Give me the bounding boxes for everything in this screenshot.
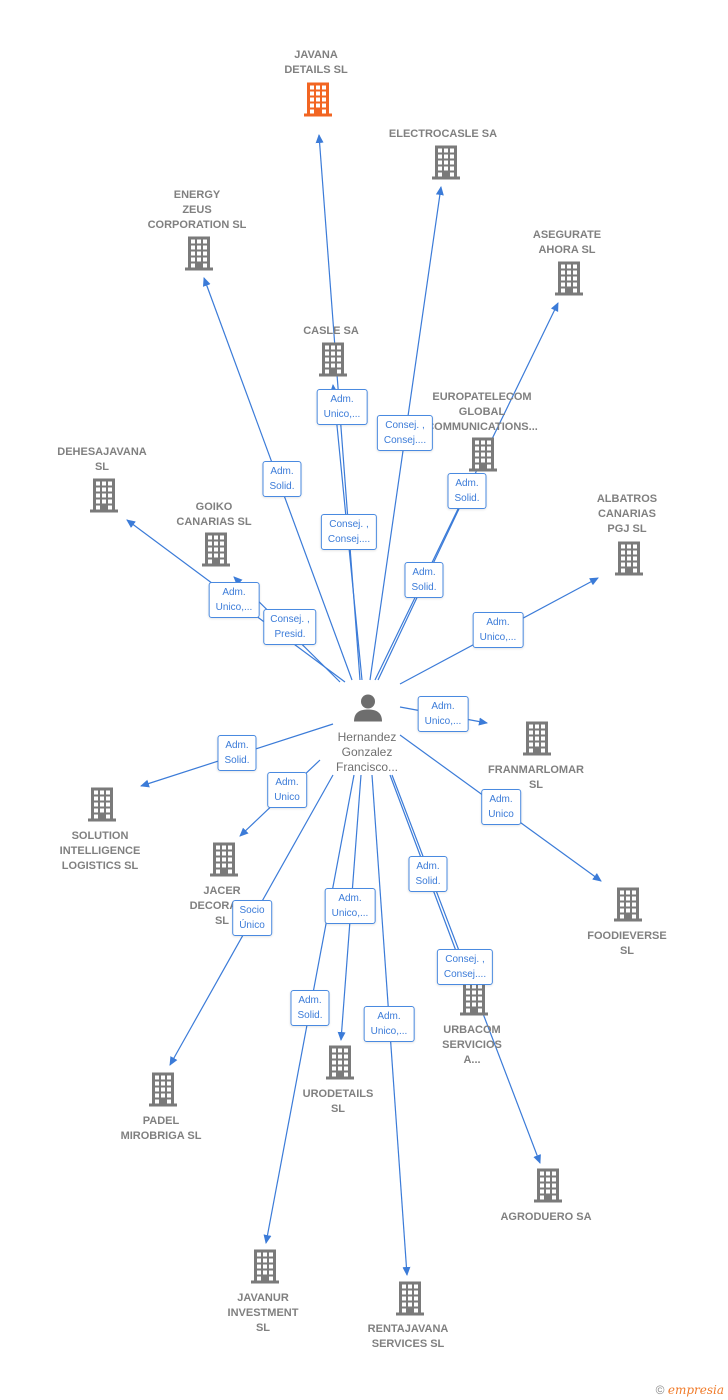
company-name[interactable]: RENTAJAVANA SERVICES SL xyxy=(368,1322,449,1352)
building-icon[interactable] xyxy=(614,541,644,581)
footer-brand: © empresia xyxy=(656,1383,724,1397)
relation-label[interactable]: Socio Único xyxy=(232,900,272,936)
relation-label[interactable]: Adm. Solid. xyxy=(408,856,448,892)
relation-label[interactable]: Adm. Unico,... xyxy=(208,582,260,618)
relation-label[interactable]: Consej. , Consej.... xyxy=(376,415,434,451)
building-icon[interactable] xyxy=(431,145,461,185)
relation-label[interactable]: Adm. Unico,... xyxy=(324,888,376,924)
building-icon[interactable] xyxy=(201,532,231,572)
company-name[interactable]: EUROPATELECOM GLOBAL COMMUNICATIONS... xyxy=(426,390,538,435)
building-icon[interactable] xyxy=(148,1072,178,1112)
company-name[interactable]: ALBATROS CANARIAS PGJ SL xyxy=(597,492,657,537)
relation-label[interactable]: Adm. Solid. xyxy=(447,473,487,509)
center-person-name[interactable]: Hernandez Gonzalez Francisco... xyxy=(336,730,398,775)
company-name[interactable]: GOIKO CANARIAS SL xyxy=(176,500,251,530)
company-name[interactable]: DEHESAJAVANA SL xyxy=(57,445,146,475)
building-icon[interactable] xyxy=(209,842,239,882)
relation-label[interactable]: Adm. Unico,... xyxy=(363,1006,415,1042)
building-icon[interactable] xyxy=(303,82,333,122)
person-icon[interactable] xyxy=(353,694,383,727)
building-icon[interactable] xyxy=(554,261,584,301)
brand-logo: empresia xyxy=(667,1383,724,1397)
company-name[interactable]: AGRODUERO SA xyxy=(500,1210,591,1225)
relation-label[interactable]: Adm. Unico xyxy=(267,772,307,808)
relation-label[interactable]: Adm. Solid. xyxy=(262,461,302,497)
company-name[interactable]: FOODIEVERSE SL xyxy=(587,929,666,959)
building-icon[interactable] xyxy=(533,1168,563,1208)
building-icon[interactable] xyxy=(395,1281,425,1321)
company-name[interactable]: ELECTROCASLE SA xyxy=(389,127,497,142)
copyright-icon: © xyxy=(655,1383,665,1397)
building-icon[interactable] xyxy=(459,981,489,1021)
building-icon[interactable] xyxy=(318,342,348,382)
company-name[interactable]: URODETAILS SL xyxy=(303,1087,374,1117)
company-name[interactable]: JAVANA DETAILS SL xyxy=(284,48,347,78)
relation-label[interactable]: Adm. Solid. xyxy=(290,990,330,1026)
relation-label[interactable]: Consej. , Presid. xyxy=(263,609,317,645)
building-icon[interactable] xyxy=(250,1249,280,1289)
relation-label[interactable]: Adm. Unico,... xyxy=(417,696,469,732)
relation-label[interactable]: Adm. Unico,... xyxy=(472,612,524,648)
company-name[interactable]: ASEGURATE AHORA SL xyxy=(533,228,601,258)
relation-label[interactable]: Adm. Solid. xyxy=(217,735,257,771)
relation-label[interactable]: Adm. Solid. xyxy=(404,562,444,598)
company-name[interactable]: URBACOM SERVICIOS A... xyxy=(442,1023,502,1068)
company-name[interactable]: JAVANUR INVESTMENT SL xyxy=(228,1291,299,1336)
relation-label[interactable]: Consej. , Consej.... xyxy=(320,514,378,550)
building-icon[interactable] xyxy=(613,887,643,927)
building-icon[interactable] xyxy=(468,437,498,477)
relation-label[interactable]: Consej. , Consej.... xyxy=(436,949,494,985)
company-name[interactable]: CASLE SA xyxy=(303,324,359,339)
relation-label[interactable]: Adm. Unico xyxy=(481,789,521,825)
company-name[interactable]: PADEL MIROBRIGA SL xyxy=(121,1114,202,1144)
company-name[interactable]: ENERGY ZEUS CORPORATION SL xyxy=(148,188,247,233)
building-icon[interactable] xyxy=(89,478,119,518)
building-icon[interactable] xyxy=(184,236,214,276)
building-icon[interactable] xyxy=(325,1045,355,1085)
building-icon[interactable] xyxy=(87,787,117,827)
building-icon[interactable] xyxy=(522,721,552,761)
relation-label[interactable]: Adm. Unico,... xyxy=(316,389,368,425)
company-name[interactable]: SOLUTION INTELLIGENCE LOGISTICS SL xyxy=(60,829,141,874)
